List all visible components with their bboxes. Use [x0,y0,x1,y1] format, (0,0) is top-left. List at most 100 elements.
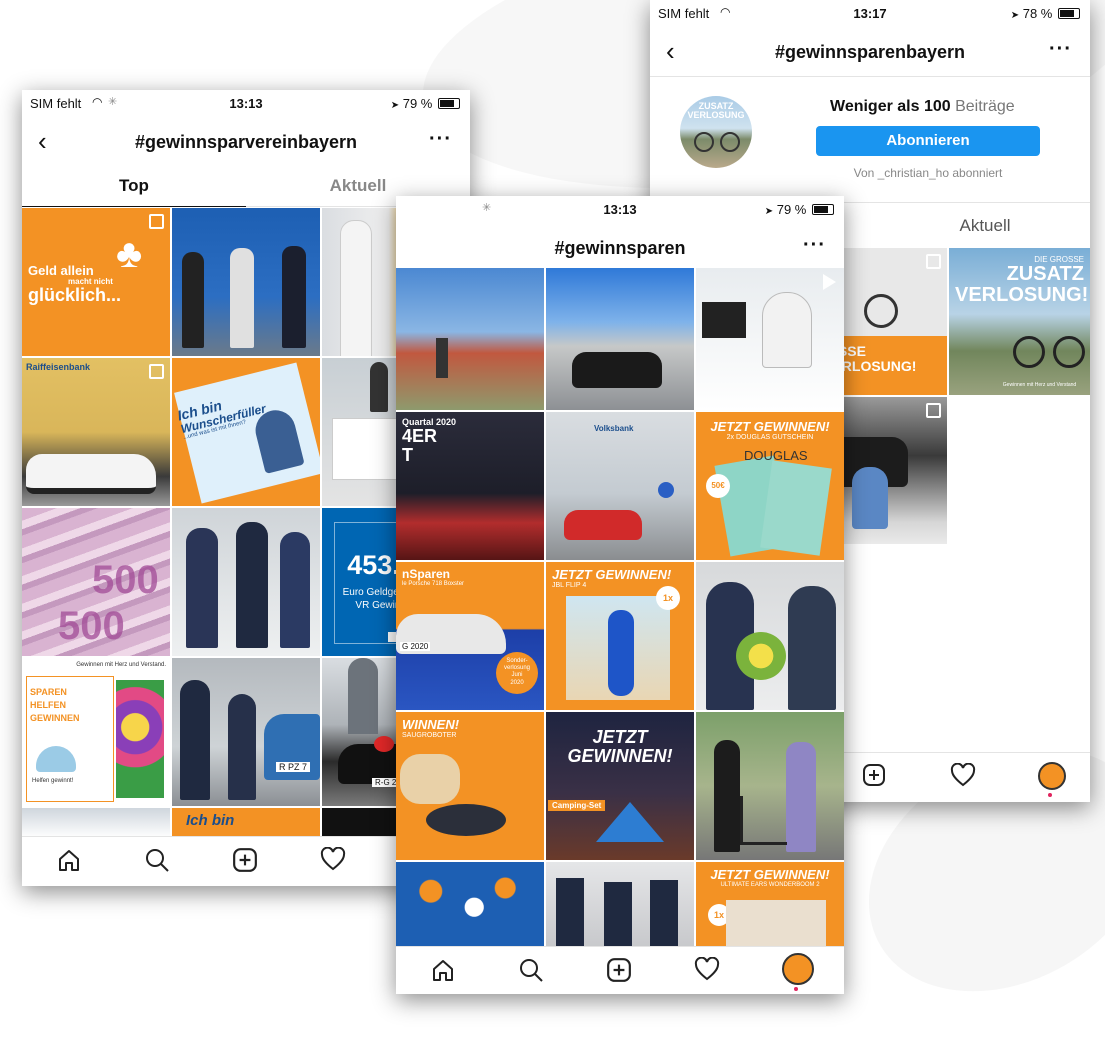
multi-image-icon [149,364,164,379]
heart-icon[interactable] [950,762,978,791]
post-thumbnail[interactable] [546,268,694,410]
post-thumbnail[interactable]: Gewinnen mit Herz und Verstand. SPAREN H… [22,658,170,806]
person-shape [282,246,306,348]
post-thumbnail[interactable] [696,562,844,710]
follow-button[interactable]: Abonnieren [816,126,1040,156]
car-shape [572,352,662,388]
battery-percent: 79 % [402,96,433,111]
post-thumbnail[interactable]: nSparen le Porsche 718 Boxster G 2020 So… [396,562,544,710]
post-thumbnail[interactable] [172,208,320,356]
page-title: #gewinnsparen [554,238,686,258]
battery-indicator: ➤ 79 % [391,96,460,111]
profile-avatar-icon[interactable] [1038,762,1066,790]
battery-percent: 78 % [1022,6,1053,21]
more-options-button[interactable]: ··· [429,128,452,151]
flower-bouquet [116,680,164,798]
car-shape [564,510,642,540]
location-icon: ➤ [1010,10,1020,21]
person-shape [182,252,204,348]
posts-count: Weniger als 100 Beiträge [830,98,1015,115]
red-ribbon [374,736,394,752]
post-thumbnail[interactable]: R PZ 7 [172,658,320,806]
search-icon[interactable] [144,847,172,875]
post-thumbnail[interactable]: JETZT GEWINNEN! Camping-Set [546,712,694,860]
post-thumbnail[interactable]: Raiffeisenbank [22,358,170,506]
tab-aktuell[interactable]: Aktuell [246,176,470,196]
profile-avatar-icon[interactable] [782,953,814,985]
battery-icon [1058,8,1080,19]
nav-bar: ‹ #gewinnsparenbayern ··· [650,34,1090,70]
phone-screen-gewinnsparen: ✳ 13:13 ➤ 79 % #gewinnsparen ··· Quartal… [396,196,844,994]
post-grid: Quartal 2020 4ER T Volksbank JETZT GEWIN… [396,268,844,946]
bicycle-icon [694,132,714,152]
post-thumbnail[interactable] [172,508,320,656]
scooter-shape [740,796,787,845]
add-post-icon[interactable] [232,847,260,875]
post-thumbnail[interactable] [396,268,544,410]
post-thumbnail[interactable]: Ich bin Wunscherfüller ...und was ist mi… [172,358,320,506]
speaker-shape [608,610,634,696]
post-thumbnail[interactable]: 500 500 [22,508,170,656]
post-thumbnail[interactable] [22,808,170,838]
tent-shape [596,802,664,842]
active-tab-indicator [22,206,246,207]
person-shape [436,338,448,378]
license-plate: R PZ 7 [276,762,311,772]
gift-card [760,460,832,556]
post-thumbnail[interactable]: Quartal 2020 4ER T [396,412,544,560]
post-thumbnail[interactable]: ♣ Geld allein macht nicht glücklich... [22,208,170,356]
person-shape [180,680,210,800]
building-sign: Volksbank [594,424,634,433]
heart-icon[interactable] [320,846,348,875]
battery-percent: 79 % [776,202,807,217]
post-thumbnail[interactable]: DIE GROSSE ZUSATZ VERLOSUNG! Gewinnen mi… [949,248,1090,395]
tower-shape [348,658,378,734]
post-thumbnail[interactable]: Volksbank [546,412,694,560]
battery-icon [438,98,460,109]
multi-image-icon [926,254,941,269]
bicycle-icon [720,132,740,152]
person-shape [186,528,218,648]
post-thumbnail[interactable]: WINNEN! SAUGROBOTER [396,712,544,860]
more-options-button[interactable]: ··· [803,234,826,257]
tab-aktuell[interactable]: Aktuell [890,216,1080,236]
car-shape [26,454,156,494]
location-icon: ➤ [764,206,774,217]
post-thumbnail[interactable]: JETZT GEWINNEN! 2x DOUGLAS GUTSCHEIN 50€… [696,412,844,560]
search-icon[interactable] [518,957,546,985]
more-options-button[interactable]: ··· [1049,38,1072,61]
person-shape [236,522,268,648]
page-title: #gewinnsparenbayern [774,42,966,62]
person-shape [228,694,256,800]
person-shape [370,362,388,412]
post-thumbnail[interactable] [396,862,544,946]
avatar-text: ZUSATZ VERLOSUNG [687,101,745,120]
status-bar: SIM fehlt ◠ ✳ 13:13 ➤ 79 % [22,90,470,116]
home-icon[interactable] [56,847,84,875]
robot-vacuum [426,804,506,836]
nav-bar: ‹ #gewinnsparvereinbayern ··· [22,124,470,160]
post-thumbnail[interactable] [696,268,844,410]
battery-indicator: ➤ 78 % [1011,6,1080,21]
post-thumbnail[interactable] [546,862,694,946]
followed-by-text: Von _christian_ho abonniert [853,166,1003,180]
add-post-icon[interactable] [606,957,634,985]
battery-indicator: ➤ 79 % [765,202,834,217]
post-thumbnail[interactable]: Ich bin [172,808,320,838]
post-thumbnail[interactable]: JETZT GEWINNEN! ULTIMATE EARS WONDERBOOM… [696,862,844,946]
person-shape [788,586,836,710]
monitor-shape [702,302,746,338]
home-icon[interactable] [430,957,458,985]
post-thumbnail[interactable]: JETZT GEWINNEN! JBL FLIP 4 1x [546,562,694,710]
logo-strip: Gewinnen mit Herz und Verstand [1002,382,1077,388]
bicycle-icon [864,294,898,328]
person-shape [230,248,254,348]
person-shape [280,532,310,648]
person-shape [762,292,812,368]
post-thumbnail[interactable] [696,712,844,860]
add-post-icon[interactable] [862,763,890,791]
heart-icon[interactable] [694,956,722,985]
person-shape [714,740,740,852]
tab-top[interactable]: Top [22,176,246,196]
bottom-nav [396,946,844,994]
